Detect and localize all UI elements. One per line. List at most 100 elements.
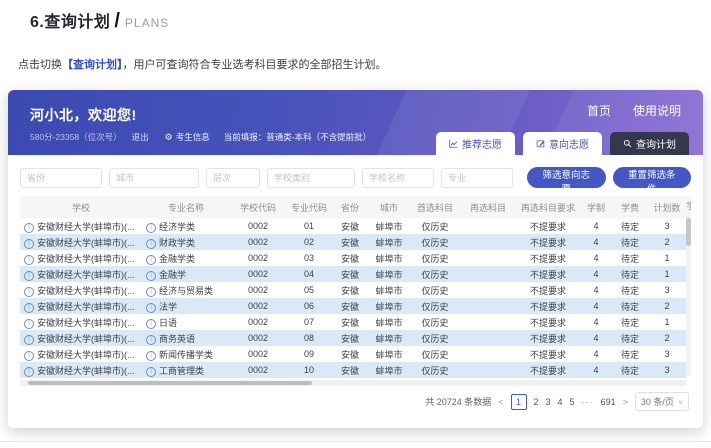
tab-query-plans[interactable]: 查询计划 (610, 132, 689, 155)
pagination-bar: 共 20724 条数据 < 1 2 3 4 5 ··· 691 > 30 条/页… (425, 392, 689, 411)
filter-province-input[interactable] (20, 168, 102, 188)
plan-count: 3 (648, 282, 686, 298)
school-code: 0002 (230, 330, 286, 346)
tab-recommend[interactable]: 推荐志愿 (436, 132, 515, 155)
nav-home-link[interactable]: 首页 (587, 102, 611, 119)
page-button-last[interactable]: 691 (601, 397, 616, 407)
major-name: 工商管理类 (159, 366, 204, 376)
info-icon[interactable]: i (24, 367, 34, 377)
page-button-3[interactable]: 3 (546, 397, 551, 407)
re-subject (460, 362, 516, 378)
info-icon[interactable]: i (24, 255, 34, 265)
info-icon[interactable]: i (24, 319, 34, 329)
title-slash-divider: / (114, 10, 120, 33)
re-subject (460, 234, 516, 250)
logout-link[interactable]: 退出 (132, 131, 149, 143)
info-icon[interactable]: i (146, 223, 156, 233)
page-button-5[interactable]: 5 (570, 397, 575, 407)
info-icon[interactable]: i (146, 271, 156, 281)
info-icon[interactable]: i (24, 351, 34, 361)
major-code: 01 (286, 218, 332, 234)
info-icon[interactable]: i (24, 271, 34, 281)
page-button-2[interactable]: 2 (534, 397, 539, 407)
filter-level-input[interactable] (206, 168, 260, 188)
info-icon[interactable]: i (146, 303, 156, 313)
major-name: 财政学类 (159, 238, 195, 248)
first-subject: 仅历史 (410, 218, 460, 234)
filter-major-input[interactable] (441, 168, 513, 188)
years: 4 (580, 314, 612, 330)
current-batch-text: 当前填报：普通类-本科（不含提前批） (224, 131, 371, 143)
re-requirement: 不提要求 (516, 330, 580, 346)
filter-intention-button[interactable]: 筛选意向志愿 (527, 167, 606, 188)
table-row: i安徽财经大学(蚌埠市)(... i经济与贸易类 0002 05 安徽 蚌埠市 … (20, 282, 686, 298)
info-icon[interactable]: i (24, 335, 34, 345)
nav-help-link[interactable]: 使用说明 (633, 102, 681, 119)
candidate-info-link[interactable]: ⚙ 考生信息 (165, 131, 210, 143)
page-size-select[interactable]: 30 条/页 ∨ (635, 392, 689, 411)
horizontal-scrollbar-track (20, 380, 686, 386)
info-icon[interactable]: i (146, 319, 156, 329)
first-subject: 仅历史 (410, 234, 460, 250)
major-name: 经济与贸易类 (159, 286, 213, 296)
next-page-button[interactable]: > (623, 397, 628, 407)
province: 安徽 (332, 218, 368, 234)
chevron-down-icon: ∨ (678, 398, 683, 406)
vertical-scrollbar-thumb[interactable] (686, 218, 691, 246)
filter-school-type-input[interactable] (267, 168, 355, 188)
info-icon[interactable]: i (146, 367, 156, 377)
tuition: 待定 (612, 346, 648, 362)
info-icon[interactable]: i (24, 239, 34, 249)
school-name: 安徽财经大学(蚌埠市)(... (37, 222, 135, 232)
years: 4 (580, 250, 612, 266)
app-header: 河小北，欢迎您! 580分-23358（位次号） 退出 ⚙ 考生信息 当前填报：… (8, 90, 703, 155)
first-subject: 仅历史 (410, 362, 460, 378)
info-icon[interactable]: i (24, 223, 34, 233)
page-button-4[interactable]: 4 (558, 397, 563, 407)
col-school: 学校 (20, 196, 142, 218)
col-plan-count: 计划数 (648, 196, 686, 218)
school-name: 安徽财经大学(蚌埠市)(... (37, 254, 135, 264)
gear-icon: ⚙ (165, 133, 173, 142)
info-icon[interactable]: i (146, 239, 156, 249)
line-chart-icon (449, 139, 458, 148)
city: 蚌埠市 (368, 282, 410, 298)
city: 蚌埠市 (368, 266, 410, 282)
major-code: 07 (286, 314, 332, 330)
school-code: 0002 (230, 362, 286, 378)
re-subject (460, 266, 516, 282)
province: 安徽 (332, 234, 368, 250)
city: 蚌埠市 (368, 250, 410, 266)
col-school-code: 学校代码 (230, 196, 286, 218)
years: 4 (580, 346, 612, 362)
reset-filters-button[interactable]: 重置筛选条件 (613, 167, 692, 188)
col-province: 省份 (332, 196, 368, 218)
tuition: 待定 (612, 362, 648, 378)
province: 安徽 (332, 282, 368, 298)
filter-school-name-input[interactable] (362, 168, 434, 188)
info-icon[interactable]: i (146, 335, 156, 345)
first-subject: 仅历史 (410, 298, 460, 314)
school-code: 0002 (230, 250, 286, 266)
major-code: 08 (286, 330, 332, 346)
horizontal-scrollbar-thumb[interactable] (28, 381, 312, 385)
info-icon[interactable]: i (146, 351, 156, 361)
filter-city-input[interactable] (109, 168, 199, 188)
re-requirement: 不提要求 (516, 266, 580, 282)
page-button-1[interactable]: 1 (511, 394, 527, 410)
prev-page-button[interactable]: < (498, 397, 503, 407)
page-ellipsis: ··· (582, 397, 594, 407)
info-icon[interactable]: i (146, 287, 156, 297)
plan-count: 2 (648, 298, 686, 314)
province: 安徽 (332, 298, 368, 314)
info-icon[interactable]: i (146, 255, 156, 265)
tab-intention[interactable]: 意向志愿 (523, 132, 602, 155)
re-requirement: 不提要求 (516, 282, 580, 298)
info-icon[interactable]: i (24, 287, 34, 297)
table-row: i安徽财经大学(蚌埠市)(... i新闻传播学类 0002 09 安徽 蚌埠市 … (20, 346, 686, 362)
info-icon[interactable]: i (24, 303, 34, 313)
search-icon (623, 139, 632, 148)
plan-count: 1 (648, 314, 686, 330)
plan-count: 2 (648, 330, 686, 346)
edit-icon (536, 139, 545, 148)
